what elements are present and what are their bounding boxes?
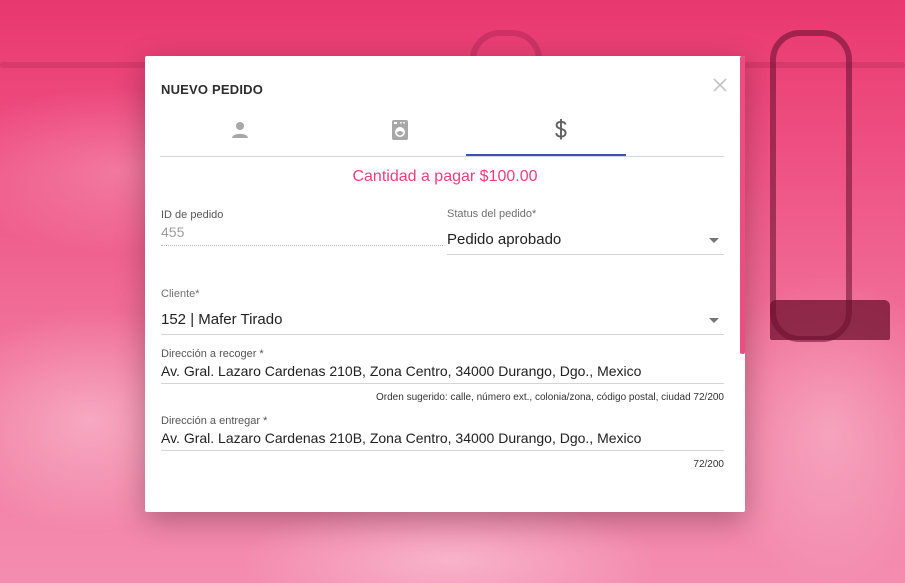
pickup-address-input[interactable]: Av. Gral. Lazaro Cardenas 210B, Zona Cen… xyxy=(161,363,641,379)
step-tabs xyxy=(160,104,724,157)
close-button[interactable] xyxy=(711,76,729,94)
order-status-select[interactable]: Pedido aprobado xyxy=(447,231,561,248)
order-id-label: ID de pedido xyxy=(161,209,224,221)
person-icon xyxy=(232,122,248,138)
active-tab-indicator xyxy=(466,154,626,156)
chevron-down-icon xyxy=(709,318,719,323)
pickup-address-label: Dirección a recoger * xyxy=(161,348,264,360)
client-underline xyxy=(161,334,724,335)
amount-to-pay: Cantidad a pagar $100.00 xyxy=(352,168,538,185)
chevron-down-icon xyxy=(709,238,719,243)
dialog-scrollbar[interactable] xyxy=(740,56,745,354)
delivery-address-input[interactable]: Av. Gral. Lazaro Cardenas 210B, Zona Cen… xyxy=(161,430,641,446)
washing-machine-icon xyxy=(392,120,408,140)
pickup-address-underline xyxy=(161,383,724,384)
tab-service[interactable] xyxy=(320,104,480,156)
close-icon xyxy=(713,78,727,92)
dialog-title: NUEVO PEDIDO xyxy=(161,82,264,97)
new-order-dialog: NUEVO PEDIDO Cantidad a pagar $100.00 ID… xyxy=(145,56,745,512)
dollar-icon xyxy=(555,119,567,140)
order-status-label: Status del pedido* xyxy=(447,208,537,220)
order-status-underline xyxy=(447,254,724,255)
delivery-address-underline xyxy=(161,450,724,451)
order-id-value: 455 xyxy=(161,224,185,240)
tab-client[interactable] xyxy=(160,104,320,156)
delivery-address-label: Dirección a entregar * xyxy=(161,415,268,427)
hanger-shape xyxy=(770,30,852,342)
pickup-address-helper: Orden sugerido: calle, número ext., colo… xyxy=(376,392,724,403)
tab-payment[interactable] xyxy=(481,104,641,156)
delivery-address-counter: 72/200 xyxy=(693,459,724,470)
hanger-hook xyxy=(770,300,890,340)
client-label: Cliente* xyxy=(161,288,200,300)
client-select[interactable]: 152 | Mafer Tirado xyxy=(161,311,282,328)
order-id-underline xyxy=(161,245,443,246)
